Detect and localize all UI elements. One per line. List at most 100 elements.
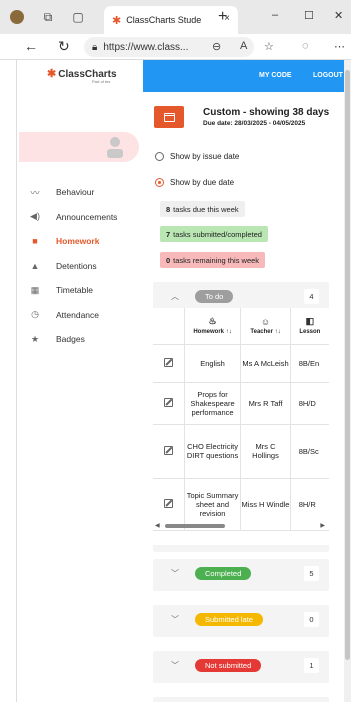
- edit-icon[interactable]: [163, 498, 173, 508]
- refresh-icon[interactable]: ↻: [58, 38, 70, 55]
- table-horizontal-scrollbar[interactable]: ◀ ▶: [153, 522, 329, 530]
- classcharts-logo[interactable]: ✱ ClassCharts Part of tes: [47, 67, 117, 84]
- teacher-cell: Mrs C Hollings: [240, 424, 291, 479]
- briefcase-icon: ■: [32, 236, 38, 247]
- radio-show-by-issue-date[interactable]: Show by issue date: [155, 152, 239, 161]
- homework-table-wrap: ♨ Homework ↑↓ ☺ Teacher ↑↓ ◧ Lesson Engl…: [153, 308, 329, 545]
- tasks-remaining-badge: 0 tasks remaining this week: [160, 252, 266, 268]
- back-icon[interactable]: ←: [24, 38, 38, 54]
- sort-icon[interactable]: ↑↓: [275, 329, 281, 335]
- homework-main: Custom - showing 38 days Due date: 28/03…: [143, 92, 344, 702]
- completed-pill: Completed: [195, 567, 252, 580]
- lesson-column-header[interactable]: ◧ Lesson: [290, 308, 329, 345]
- my-code-link[interactable]: MY CODE: [259, 72, 292, 79]
- lock-icon: 🔒︎: [92, 41, 98, 53]
- workspaces-icon[interactable]: ⧉: [40, 9, 56, 25]
- radio-unselected[interactable]: [155, 152, 164, 161]
- new-tab-button[interactable]: +: [218, 8, 227, 26]
- calendar-icon: [163, 112, 175, 122]
- radio-selected[interactable]: [155, 178, 164, 187]
- url-field[interactable]: 🔒︎ https://www.class...: [84, 37, 254, 57]
- clock-icon: ◷: [31, 309, 39, 320]
- star-icon: ★: [30, 333, 40, 344]
- maximize-button[interactable]: ☐: [304, 9, 314, 22]
- homework-cell: English: [184, 344, 242, 383]
- person-avatar-icon: [107, 137, 123, 158]
- page-scrollbar-thumb[interactable]: [345, 70, 350, 660]
- sidebar-item-badges[interactable]: ★ Badges: [17, 327, 143, 352]
- logo-area: ✱ ClassCharts Part of tes: [17, 60, 143, 92]
- teacher-icon: ☺: [260, 316, 271, 327]
- sidebar-item-attendance[interactable]: ◷ Attendance: [17, 303, 143, 328]
- edit-cell[interactable]: [153, 344, 185, 383]
- edit-cell[interactable]: [153, 424, 185, 479]
- sidebar-item-behaviour[interactable]: 〰 Behaviour: [17, 180, 143, 205]
- browser-tab-bar: ⧉ ▢ ✱ ClassCharts Stude × + – ☐ ✕: [0, 0, 351, 34]
- date-range-button[interactable]: [154, 106, 184, 128]
- more-menu-icon[interactable]: ⋯: [334, 40, 345, 53]
- chevron-down-icon[interactable]: ﹀: [171, 660, 179, 671]
- url-text: https://www.class...: [103, 41, 189, 53]
- book-icon: ◧: [305, 316, 315, 327]
- radio-show-by-due-date[interactable]: Show by due date: [155, 178, 234, 187]
- profile-avatar-icon[interactable]: [10, 10, 24, 24]
- section-submitted-late-header[interactable]: ﹀ Submitted late 0: [153, 605, 329, 635]
- edit-icon[interactable]: [163, 397, 173, 407]
- zoom-icon[interactable]: ⊖: [212, 40, 221, 53]
- sidebar-menu: 〰 Behaviour ◀︎) Announcements ■ Homework…: [17, 180, 143, 352]
- homework-table: ♨ Homework ↑↓ ☺ Teacher ↑↓ ◧ Lesson Engl…: [153, 308, 329, 531]
- section-completed-header[interactable]: ﹀ Completed 5: [153, 559, 329, 589]
- read-aloud-icon[interactable]: A: [240, 40, 247, 52]
- chevron-down-icon[interactable]: ﹀: [171, 568, 179, 579]
- tasks-submitted-badge: 7 tasks submitted/completed: [160, 226, 268, 242]
- tasks-due-badge: 8 tasks due this week: [160, 201, 245, 217]
- extensions-icon[interactable]: ◌: [302, 40, 309, 52]
- trend-icon: 〰: [30, 187, 40, 198]
- completed-count: 5: [304, 566, 319, 581]
- edit-cell[interactable]: [153, 382, 185, 425]
- lesson-cell: 8B/En: [290, 344, 329, 383]
- not-submitted-pill: Not submitted: [195, 659, 262, 672]
- submitted-late-pill: Submitted late: [195, 613, 263, 626]
- favorite-star-icon[interactable]: ☆: [264, 40, 274, 53]
- section-partial: [153, 697, 329, 702]
- close-window-button[interactable]: ✕: [334, 9, 343, 22]
- classcharts-favicon-icon: ✱: [112, 14, 122, 27]
- edit-icon[interactable]: [163, 357, 173, 367]
- classcharts-logo-icon: ✱: [47, 68, 57, 80]
- homework-column-header[interactable]: ♨ Homework ↑↓: [184, 308, 242, 345]
- logout-link[interactable]: LOGOUT: [313, 72, 343, 79]
- table-header-row: ♨ Homework ↑↓ ☺ Teacher ↑↓ ◧ Lesson: [153, 308, 329, 345]
- page-vertical-scrollbar[interactable]: [344, 60, 351, 702]
- tab-title: ClassCharts Stude: [126, 15, 202, 25]
- sidebar-item-timetable[interactable]: ▦ Timetable: [17, 278, 143, 303]
- section-not-submitted-header[interactable]: ﹀ Not submitted 1: [153, 651, 329, 681]
- sidebar-item-homework[interactable]: ■ Homework: [17, 229, 143, 254]
- page-title: Custom - showing 38 days: [203, 107, 330, 118]
- sidebar-item-announcements[interactable]: ◀︎) Announcements: [17, 205, 143, 230]
- chevron-down-icon[interactable]: ﹀: [171, 614, 179, 625]
- edit-icon[interactable]: [163, 445, 173, 455]
- chevron-up-icon[interactable]: ︿: [171, 291, 179, 302]
- section-submitted-late: ﹀ Submitted late 0: [153, 605, 329, 637]
- submitted-late-count: 0: [304, 612, 319, 627]
- warning-icon: ▲: [30, 260, 40, 271]
- scrollbar-thumb[interactable]: [165, 524, 225, 528]
- scroll-right-icon[interactable]: ▶: [320, 522, 325, 529]
- student-profile-card[interactable]: [19, 132, 139, 162]
- section-to-do: ︿ To do 4 ♨ Homework ↑↓ ☺ Teacher ↑↓ ◧ L…: [153, 282, 329, 552]
- sort-icon[interactable]: ↑↓: [226, 329, 232, 335]
- table-row[interactable]: Props for Shakespeare performance Mrs R …: [153, 382, 329, 425]
- minimize-button[interactable]: –: [272, 9, 278, 21]
- due-date-range: Due date: 28/03/2025 - 04/05/2025: [203, 120, 306, 127]
- lesson-cell: 8H/D: [290, 382, 329, 425]
- megaphone-icon: ◀︎): [30, 211, 40, 222]
- top-bar: MY CODE LOGOUT: [143, 60, 344, 92]
- table-row[interactable]: CHO Electricity DIRT questions Mrs C Hol…: [153, 424, 329, 479]
- teacher-column-header[interactable]: ☺ Teacher ↑↓: [240, 308, 291, 345]
- tab-actions-icon[interactable]: ▢: [70, 9, 86, 25]
- table-row[interactable]: English Ms A McLeish 8B/En: [153, 344, 329, 383]
- scroll-left-icon[interactable]: ◀: [155, 522, 160, 529]
- teacher-cell: Ms A McLeish: [240, 344, 291, 383]
- sidebar-item-detentions[interactable]: ▲ Detentions: [17, 254, 143, 279]
